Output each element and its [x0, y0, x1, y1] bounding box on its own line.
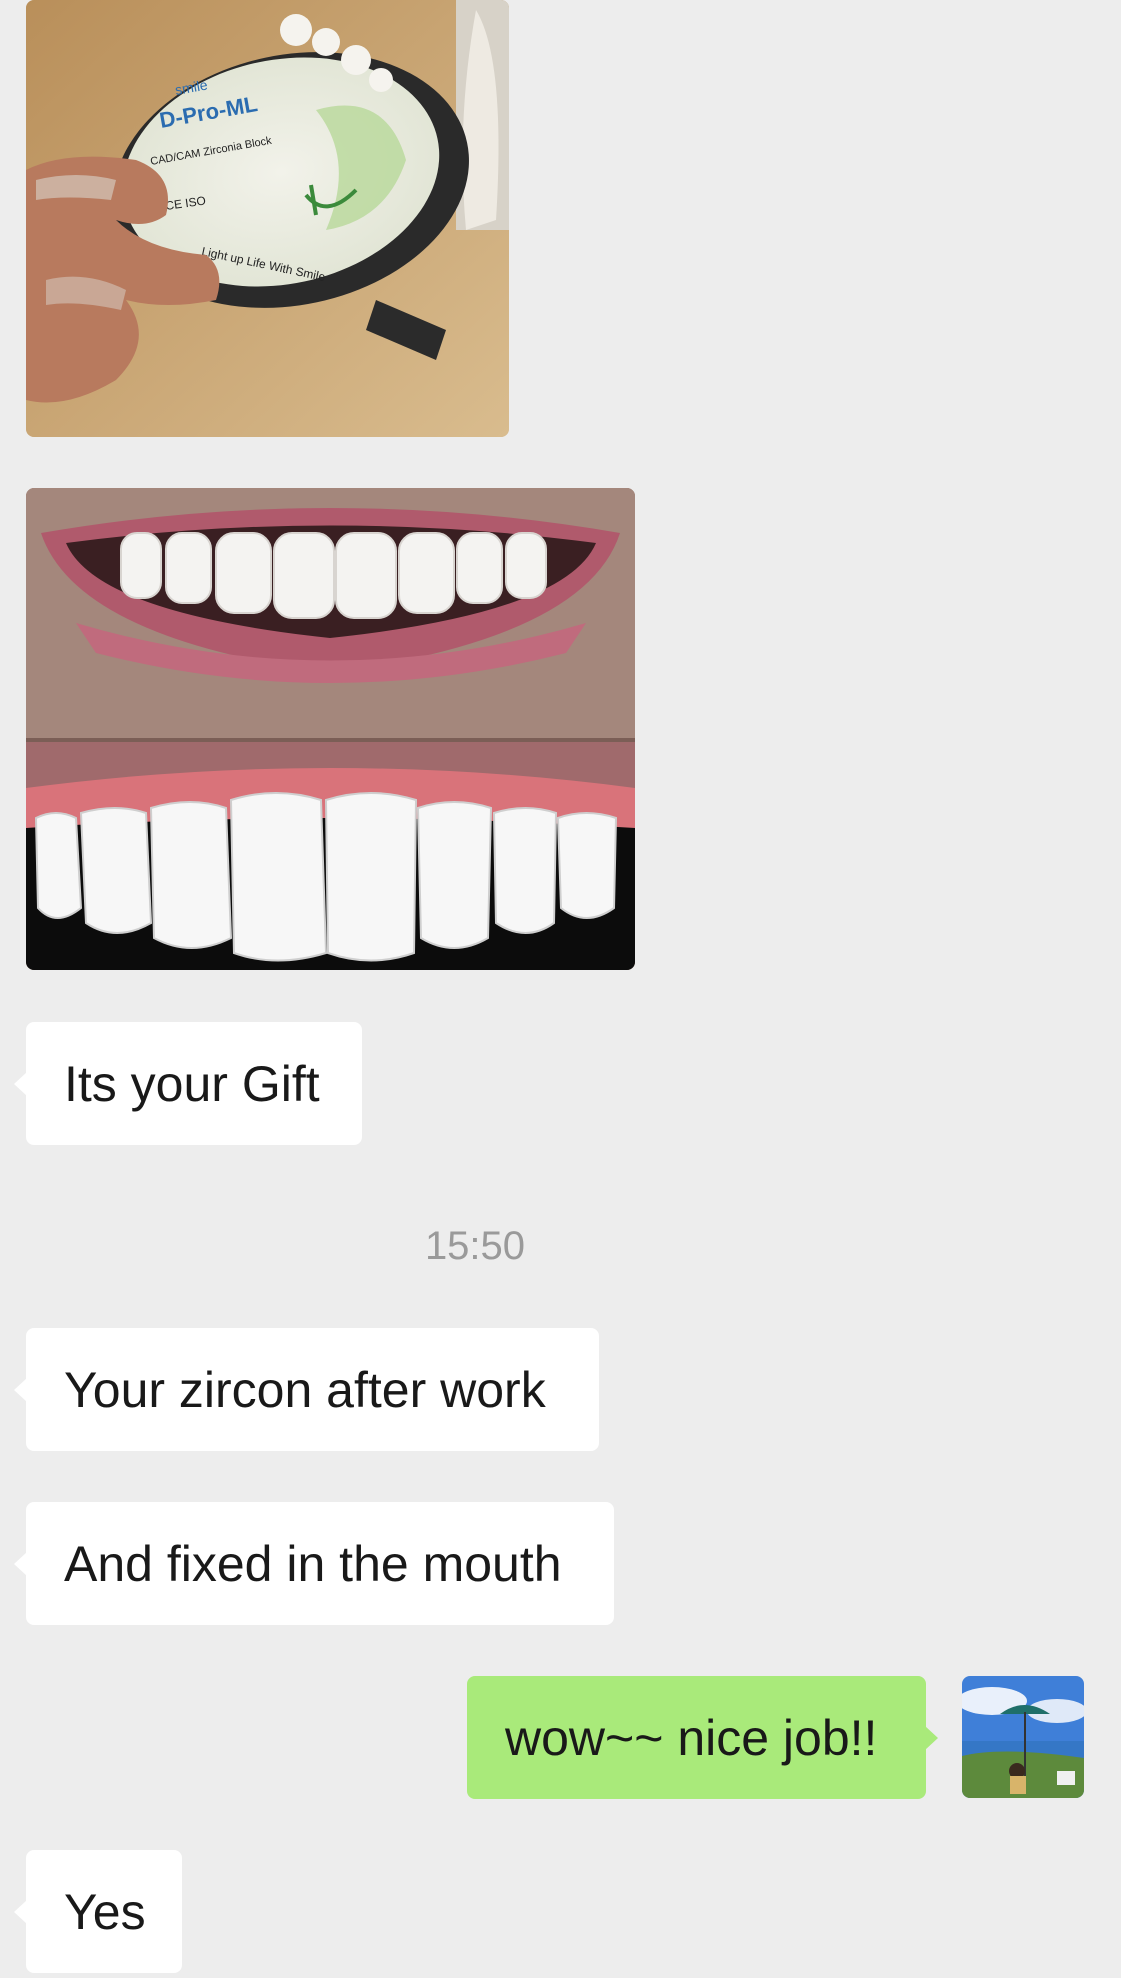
message-text: Its your Gift: [64, 1055, 320, 1112]
chat-window: smile D-Pro-ML CAD/CAM Zirconia Block CE…: [0, 0, 1121, 1978]
user-avatar[interactable]: [962, 1676, 1084, 1798]
message-text: wow~~ nice job!!: [505, 1709, 878, 1766]
message-timestamp: 15:50: [424, 1224, 526, 1268]
incoming-message-bubble[interactable]: Its your Gift: [14, 1022, 362, 1145]
message-text: Your zircon after work: [64, 1361, 546, 1418]
incoming-message-bubble[interactable]: Yes: [14, 1850, 182, 1973]
teeth-result-image[interactable]: [26, 488, 635, 970]
outgoing-message-bubble[interactable]: wow~~ nice job!!: [467, 1676, 938, 1799]
message-text: Yes: [64, 1883, 146, 1940]
teeth-illustration: [26, 488, 635, 970]
message-text: And fixed in the mouth: [64, 1535, 562, 1592]
zirconia-block-illustration: smile D-Pro-ML CAD/CAM Zirconia Block CE…: [26, 0, 509, 437]
avatar-beach-image: [962, 1676, 1084, 1798]
incoming-message-bubble[interactable]: Your zircon after work: [14, 1328, 599, 1451]
incoming-message-bubble[interactable]: And fixed in the mouth: [14, 1502, 614, 1625]
zirconia-block-image[interactable]: smile D-Pro-ML CAD/CAM Zirconia Block CE…: [26, 0, 509, 437]
